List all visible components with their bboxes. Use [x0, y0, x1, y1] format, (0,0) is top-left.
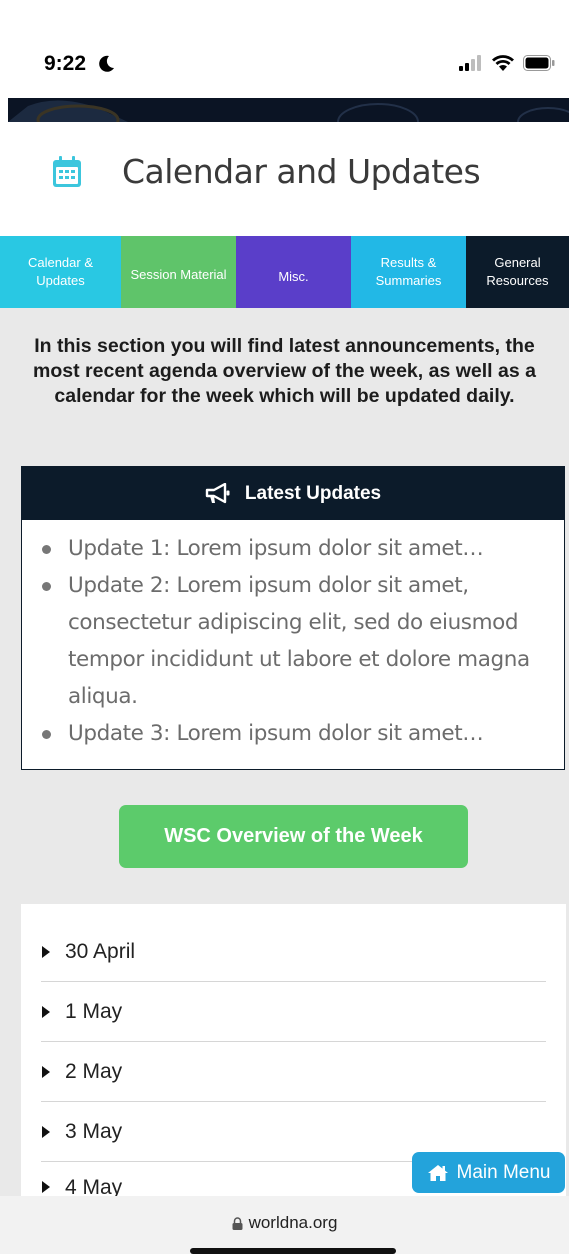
tab-results-summaries[interactable]: Results & Summaries: [351, 236, 466, 308]
date-label: 30 April: [65, 939, 136, 963]
url-text: worldna.org: [248, 1213, 338, 1232]
date-row-2-may[interactable]: 2 May: [41, 1042, 546, 1102]
list-item: Update 1: Lorem ipsum dolor sit amet…: [42, 530, 544, 567]
section-nav: Calendar & Updates Session Material Misc…: [0, 236, 569, 308]
caret-right-icon: [42, 1181, 50, 1193]
intro-text: In this section you will find latest ann…: [33, 335, 536, 407]
caret-right-icon: [42, 1005, 50, 1018]
caret-right-icon: [42, 1065, 50, 1078]
date-label: 2 May: [65, 1059, 123, 1083]
tab-general-resources[interactable]: General Resources: [466, 236, 569, 308]
tab-session-material[interactable]: Session Material: [121, 236, 236, 308]
latest-updates-card: Latest Updates Update 1: Lorem ipsum dol…: [21, 466, 565, 770]
tab-calendar-updates[interactable]: Calendar & Updates: [0, 236, 121, 308]
status-bar: 9:22: [0, 0, 569, 98]
date-label: 1 May: [65, 999, 123, 1023]
date-label: 4 May: [65, 1176, 123, 1196]
home-icon: [427, 1164, 448, 1181]
battery-icon: [523, 55, 555, 71]
list-item: Update 2: Lorem ipsum dolor sit amet, co…: [42, 567, 544, 715]
date-label: 3 May: [65, 1119, 123, 1143]
caret-right-icon: [42, 945, 50, 958]
wifi-icon: [492, 55, 514, 71]
status-icons: [459, 54, 555, 72]
signal-icon: [459, 55, 481, 71]
main-menu-label: Main Menu: [456, 1161, 551, 1183]
status-time: 9:22: [44, 52, 87, 75]
latest-updates-header: Latest Updates: [22, 467, 564, 520]
moon-icon: [99, 55, 114, 72]
date-row-30-april[interactable]: 30 April: [41, 922, 546, 982]
date-row-1-may[interactable]: 1 May: [41, 982, 546, 1042]
tab-misc[interactable]: Misc.: [236, 236, 351, 308]
caret-right-icon: [42, 1125, 50, 1138]
latest-updates-title: Latest Updates: [244, 482, 382, 504]
wsc-overview-button[interactable]: WSC Overview of the Week: [119, 805, 468, 868]
address-bar[interactable]: worldna.org: [0, 1213, 569, 1233]
calendar-icon: [53, 156, 81, 187]
main-menu-button[interactable]: Main Menu: [412, 1152, 565, 1193]
lock-icon: [232, 1216, 243, 1230]
megaphone-icon: [205, 482, 230, 503]
home-indicator[interactable]: [190, 1248, 396, 1254]
hero-banner: [8, 98, 569, 122]
updates-list: Update 1: Lorem ipsum dolor sit amet… Up…: [22, 520, 564, 752]
page-title: Calendar and Updates: [122, 152, 481, 191]
list-item: Update 3: Lorem ipsum dolor sit amet…: [42, 715, 544, 752]
